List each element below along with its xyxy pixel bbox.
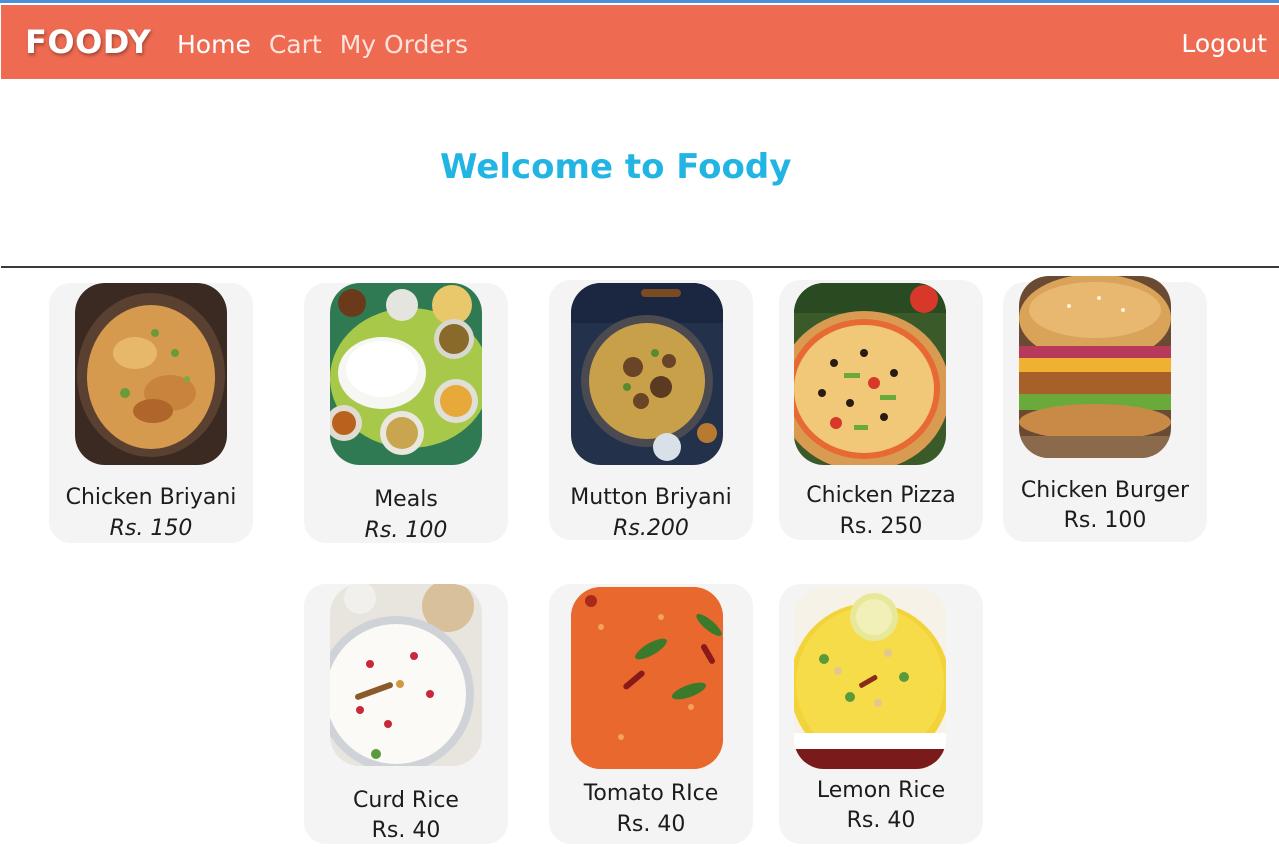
item-name: Mutton Briyani bbox=[570, 485, 732, 510]
item-name: Chicken Briyani bbox=[65, 485, 237, 510]
page: FOODY Home Cart My Orders Logout Welcome… bbox=[0, 0, 1279, 847]
curd-rice-image bbox=[330, 584, 482, 766]
food-card-chicken-briyani[interactable]: Chicken Briyani Rs. 150 bbox=[49, 283, 253, 543]
nav-links: Home Cart My Orders bbox=[177, 30, 468, 60]
chicken-pizza-image bbox=[794, 283, 946, 465]
divider bbox=[1, 266, 1279, 268]
item-price: Rs. 100 bbox=[364, 518, 448, 543]
food-card-mutton-briyani[interactable]: Mutton Briyani Rs.200 bbox=[549, 280, 753, 541]
page-title: Welcome to Foody bbox=[440, 147, 792, 187]
top-accent-line bbox=[0, 0, 1279, 3]
item-name: Lemon Rice bbox=[816, 778, 946, 803]
food-card-tomato-rice[interactable]: Tomato RIce Rs. 40 bbox=[549, 584, 753, 844]
brand-logo[interactable]: FOODY bbox=[25, 25, 151, 59]
food-card-lemon-rice[interactable]: Lemon Rice Rs. 40 bbox=[779, 584, 983, 844]
navbar: FOODY Home Cart My Orders Logout bbox=[1, 5, 1279, 79]
logout-link[interactable]: Logout bbox=[1181, 29, 1267, 59]
food-card-chicken-burger[interactable]: Chicken Burger Rs. 100 bbox=[1003, 276, 1207, 542]
item-price: Rs. 40 bbox=[846, 808, 916, 833]
item-price: Rs. 40 bbox=[371, 818, 441, 843]
food-card-meals[interactable]: Meals Rs. 100 bbox=[304, 283, 508, 543]
nav-cart-link[interactable]: Cart bbox=[269, 30, 322, 60]
item-name: Chicken Burger bbox=[1020, 478, 1190, 503]
food-card-chicken-pizza[interactable]: Chicken Pizza Rs. 250 bbox=[779, 280, 983, 540]
item-name: Meals bbox=[374, 487, 438, 512]
item-name: Curd Rice bbox=[353, 788, 459, 813]
item-price: Rs. 40 bbox=[616, 812, 686, 837]
item-price: Rs. 150 bbox=[109, 516, 193, 541]
chicken-briyani-image bbox=[75, 283, 227, 465]
food-card-curd-rice[interactable]: Curd Rice Rs. 40 bbox=[304, 584, 508, 844]
item-name: Tomato RIce bbox=[583, 781, 719, 806]
item-price: Rs. 250 bbox=[839, 514, 923, 539]
lemon-rice-image bbox=[794, 587, 946, 769]
chicken-burger-image bbox=[1019, 276, 1171, 458]
nav-my-orders-link[interactable]: My Orders bbox=[340, 30, 468, 60]
mutton-briyani-image bbox=[571, 283, 723, 465]
item-price: Rs. 100 bbox=[1063, 508, 1147, 533]
meals-image bbox=[330, 283, 482, 465]
item-price: Rs.200 bbox=[613, 516, 689, 541]
tomato-rice-image bbox=[571, 587, 723, 769]
item-name: Chicken Pizza bbox=[806, 483, 956, 508]
nav-home-link[interactable]: Home bbox=[177, 30, 251, 60]
